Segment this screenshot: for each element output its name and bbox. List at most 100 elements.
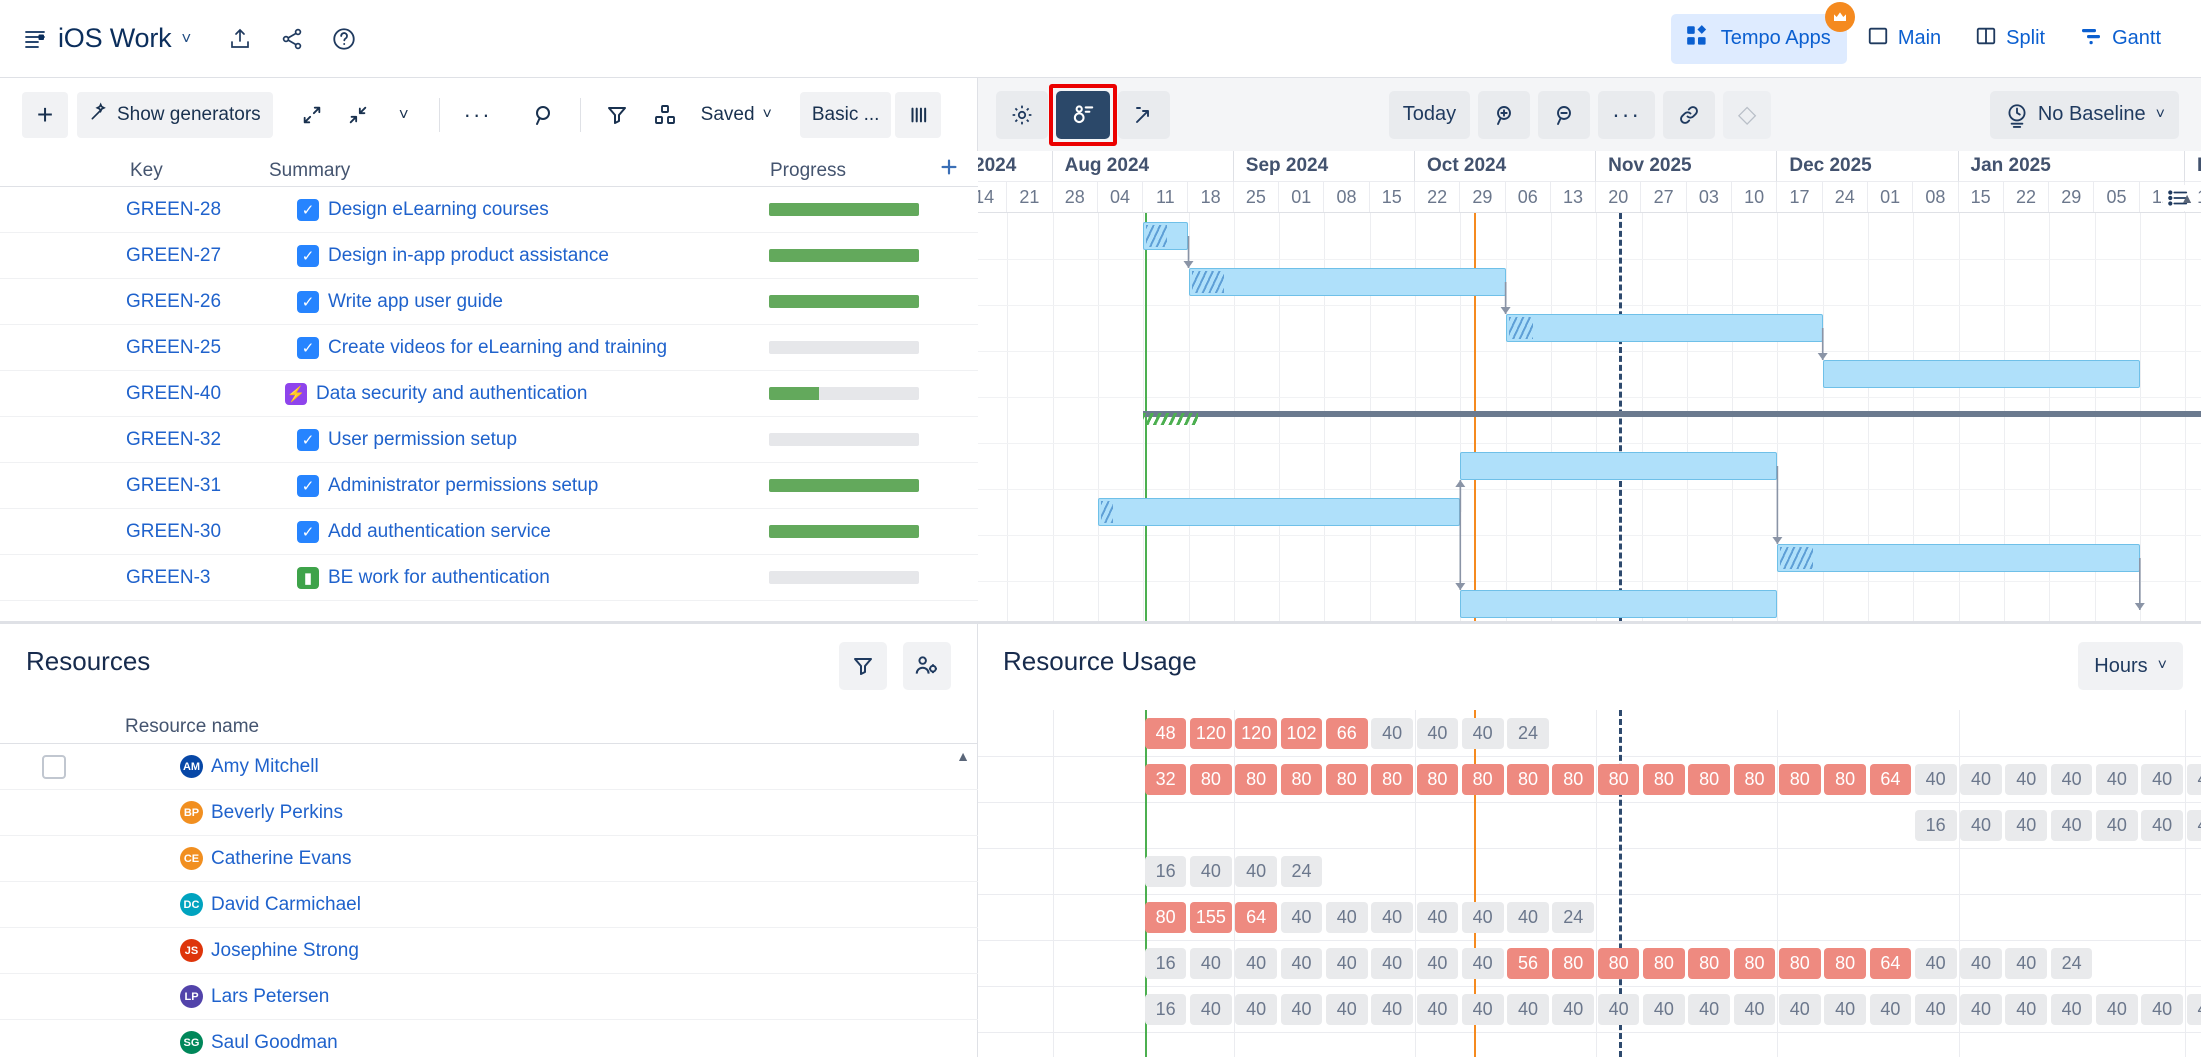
resource-row[interactable]: LP Lars Petersen	[0, 974, 978, 1020]
usage-cell[interactable]: 155	[1190, 902, 1232, 933]
usage-cell[interactable]: 40	[1914, 948, 1957, 979]
usage-cell[interactable]: 80	[1552, 948, 1595, 979]
usage-unit-selector[interactable]: Hours ˅	[2078, 642, 2183, 690]
group-by-button[interactable]	[641, 92, 689, 138]
show-generators-button[interactable]: Show generators	[77, 91, 273, 138]
usage-cell[interactable]: 80	[1778, 764, 1821, 795]
gantt-more-button[interactable]: ···	[1598, 90, 1656, 139]
usage-cell[interactable]: 40	[1688, 994, 1731, 1025]
usage-cell[interactable]: 40	[1960, 994, 2002, 1025]
issue-summary-link[interactable]: Administrator permissions setup	[328, 475, 598, 497]
usage-cell[interactable]: 40	[1235, 856, 1278, 887]
resource-checkbox[interactable]	[42, 754, 66, 779]
usage-cell[interactable]: 80	[1643, 764, 1685, 795]
usage-cell[interactable]: 80	[1597, 764, 1640, 795]
usage-cell[interactable]: 40	[1416, 994, 1459, 1025]
issue-key-link[interactable]: GREEN-26	[126, 291, 221, 313]
resource-row[interactable]: CE Catherine Evans	[0, 836, 978, 882]
usage-cell[interactable]: 40	[1280, 948, 1323, 979]
usage-cell[interactable]: 80	[1235, 764, 1278, 795]
usage-cell[interactable]: 40	[1416, 902, 1459, 933]
gantt-epic-bar[interactable]	[1143, 411, 2201, 417]
usage-cell[interactable]: 40	[1960, 764, 2002, 795]
usage-cell[interactable]: 40	[1371, 718, 1413, 749]
resource-name-link[interactable]: Amy Mitchell	[211, 756, 319, 778]
resource-name-link[interactable]: Lars Petersen	[211, 986, 329, 1008]
gantt-task-bar[interactable]	[1188, 268, 1506, 296]
usage-cell[interactable]: 40	[2096, 994, 2138, 1025]
table-row[interactable]: GREEN-28 ✓ Design eLearning courses	[0, 187, 978, 233]
usage-cell[interactable]: 40	[2050, 764, 2093, 795]
filter-button[interactable]	[593, 92, 641, 138]
usage-cell[interactable]: 40	[1507, 994, 1549, 1025]
usage-cell[interactable]: 40	[1552, 994, 1595, 1025]
usage-cell[interactable]: 80	[1552, 764, 1595, 795]
issue-key-link[interactable]: GREEN-3	[126, 567, 210, 589]
gantt-task-bar[interactable]	[1143, 222, 1189, 250]
issue-summary-link[interactable]: User permission setup	[328, 429, 517, 451]
usage-cell[interactable]: 80	[1325, 764, 1368, 795]
issue-summary-link[interactable]: Create videos for eLearning and training	[328, 337, 667, 359]
resource-name-link[interactable]: Saul Goodman	[211, 1032, 338, 1054]
usage-cell[interactable]: 40	[1461, 902, 1504, 933]
usage-cell[interactable]: 24	[1507, 718, 1549, 749]
usage-cell[interactable]: 40	[2096, 810, 2138, 841]
usage-cell[interactable]: 40	[1280, 902, 1323, 933]
usage-cell[interactable]: 120	[1190, 718, 1232, 749]
resources-scrollbar[interactable]: ▲	[953, 748, 973, 1048]
usage-cell[interactable]: 40	[1325, 902, 1368, 933]
issue-summary-link[interactable]: BE work for authentication	[328, 567, 550, 589]
issue-key-link[interactable]: GREEN-31	[126, 475, 221, 497]
search-button[interactable]	[520, 92, 568, 138]
usage-cell[interactable]: 24	[1280, 856, 1323, 887]
issue-key-link[interactable]: GREEN-40	[126, 383, 221, 405]
resource-row[interactable]: BP Beverly Perkins	[0, 790, 978, 836]
usage-cell[interactable]: 40	[2005, 764, 2048, 795]
issue-key-link[interactable]: GREEN-25	[126, 337, 221, 359]
gantt-task-bar[interactable]	[1505, 314, 1823, 342]
resources-filter-button[interactable]	[839, 642, 887, 690]
zoom-in-button[interactable]	[1478, 90, 1531, 139]
resource-row[interactable]: SG Saul Goodman	[0, 1020, 978, 1057]
usage-cell[interactable]: 40	[2005, 810, 2048, 841]
share-icon[interactable]	[271, 18, 313, 60]
issue-key-link[interactable]: GREEN-32	[126, 429, 221, 451]
gantt-task-bar[interactable]	[1822, 360, 2140, 388]
usage-cell[interactable]: 24	[1552, 902, 1595, 933]
usage-cell[interactable]: 80	[1733, 948, 1776, 979]
usage-cell[interactable]: 120	[1235, 718, 1278, 749]
resource-row[interactable]: JS Josephine Strong	[0, 928, 978, 974]
usage-cell[interactable]: 40	[2005, 994, 2048, 1025]
usage-cell[interactable]: 80	[1733, 764, 1776, 795]
usage-cell[interactable]: 40	[1235, 948, 1278, 979]
usage-cell[interactable]: 40	[1914, 994, 1957, 1025]
usage-cell[interactable]: 40	[1914, 764, 1957, 795]
usage-cell[interactable]: 40	[1643, 994, 1685, 1025]
issue-key-link[interactable]: GREEN-28	[126, 199, 221, 221]
milestone-button[interactable]: ◇	[1723, 90, 1772, 139]
issue-summary-link[interactable]: Design in-app product assistance	[328, 245, 609, 267]
usage-cell[interactable]: 40	[1371, 948, 1413, 979]
usage-cell[interactable]: 80	[1688, 764, 1731, 795]
resource-row[interactable]: DC David Carmichael	[0, 882, 978, 928]
usage-cell[interactable]: 40	[2141, 810, 2184, 841]
table-row[interactable]: GREEN-25 ✓ Create videos for eLearning and…	[0, 325, 978, 371]
view-gantt[interactable]: Gantt	[2065, 15, 2175, 83]
usage-cell[interactable]: 40	[1960, 948, 2002, 979]
tempo-apps-button[interactable]: Tempo Apps	[1670, 1, 1855, 64]
usage-cell[interactable]: 40	[1869, 994, 1912, 1025]
project-chevron-down-icon[interactable]: ˅	[181, 29, 191, 49]
usage-cell[interactable]: 40	[1507, 902, 1549, 933]
usage-cell[interactable]: 80	[1597, 948, 1640, 979]
resource-row[interactable]: AM Amy Mitchell	[0, 744, 978, 790]
usage-cell[interactable]: 40	[1280, 994, 1323, 1025]
zoom-out-button[interactable]	[1538, 90, 1591, 139]
usage-cell[interactable]: 80	[1190, 764, 1232, 795]
add-issue-button[interactable]: +	[22, 91, 68, 138]
link-tasks-button[interactable]	[1663, 90, 1716, 139]
usage-cell[interactable]: 40	[1190, 856, 1232, 887]
usage-cell[interactable]: 40	[2141, 994, 2184, 1025]
usage-cell[interactable]: 40	[1461, 718, 1504, 749]
table-row[interactable]: GREEN-27 ✓ Design in-app product assistanc…	[0, 233, 978, 279]
expand-all-button[interactable]	[289, 92, 335, 138]
